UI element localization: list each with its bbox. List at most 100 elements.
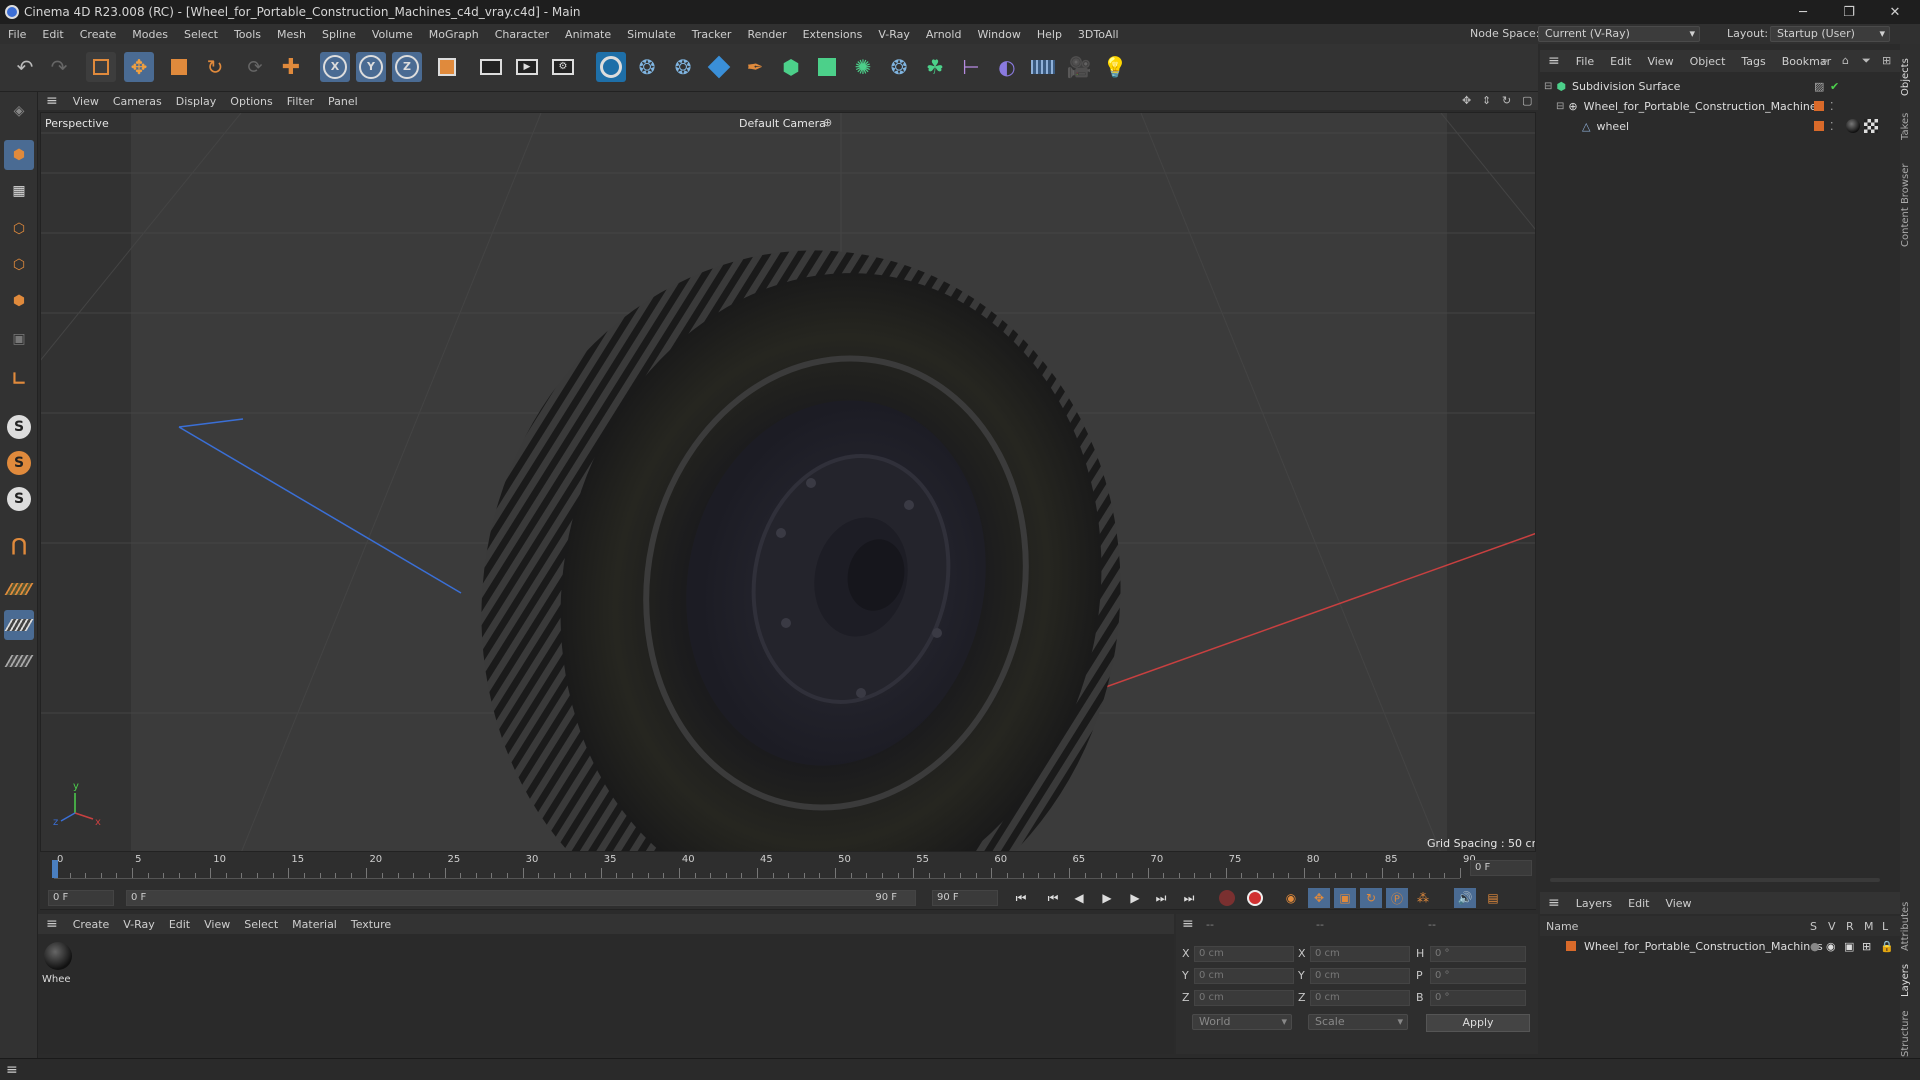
- step-forward-icon[interactable]: ▶: [1124, 888, 1146, 908]
- object-menu-file[interactable]: File: [1568, 55, 1602, 68]
- enabled-check-icon[interactable]: ✔: [1830, 80, 1839, 93]
- hamburger-icon[interactable]: ≡: [6, 1062, 18, 1078]
- menu-extensions[interactable]: Extensions: [795, 28, 871, 41]
- python-icon[interactable]: ❂: [632, 52, 662, 82]
- cloner-icon[interactable]: ✺: [848, 52, 878, 82]
- hamburger-icon[interactable]: ≡: [1540, 895, 1568, 911]
- timeline-window-icon[interactable]: ▤: [1482, 888, 1504, 908]
- layer-menu-view[interactable]: View: [1657, 897, 1699, 910]
- object-menu-view[interactable]: View: [1639, 55, 1681, 68]
- snap-s-dark-icon[interactable]: S: [4, 484, 34, 514]
- menu-tools[interactable]: Tools: [226, 28, 269, 41]
- material-name[interactable]: Whee: [42, 974, 71, 985]
- polygons-mode-icon[interactable]: ⬢: [4, 286, 34, 316]
- x-axis-icon[interactable]: X: [320, 52, 350, 82]
- menu-render[interactable]: Render: [739, 28, 794, 41]
- object-menu-tags[interactable]: Tags: [1733, 55, 1773, 68]
- material-menu-view[interactable]: View: [197, 918, 237, 931]
- layer-menu-layers[interactable]: Layers: [1568, 897, 1620, 910]
- restore-button[interactable]: ❐: [1826, 0, 1872, 24]
- render-icon[interactable]: ▣: [1844, 940, 1854, 953]
- horizontal-scrollbar[interactable]: [1550, 878, 1880, 882]
- size-mode-dropdown[interactable]: Scale ▾: [1308, 1014, 1408, 1030]
- move-view-icon[interactable]: ✥: [1462, 94, 1471, 107]
- tab-attributes[interactable]: Attributes: [1900, 896, 1920, 956]
- pos-x-field[interactable]: 0 cm: [1194, 946, 1294, 962]
- key-rotation-icon[interactable]: ↻: [1360, 888, 1382, 908]
- go-to-end-icon[interactable]: ⏭: [1178, 888, 1200, 908]
- timeline-ruler[interactable]: 051015202530354045505560657075808590 0 F: [40, 852, 1536, 886]
- vray-icon[interactable]: [596, 52, 626, 82]
- python-generator-icon[interactable]: ❂: [884, 52, 914, 82]
- tab-objects[interactable]: Objects: [1900, 52, 1920, 102]
- menu-vray[interactable]: V-Ray: [870, 28, 918, 41]
- material-swatch[interactable]: [44, 942, 72, 970]
- z-axis-icon[interactable]: Z: [392, 52, 422, 82]
- texture-tag-icon[interactable]: [1864, 119, 1878, 133]
- pos-z-field[interactable]: 0 cm: [1194, 990, 1294, 1006]
- live-selection-icon[interactable]: [86, 52, 116, 82]
- pos-y-field[interactable]: 0 cm: [1194, 968, 1294, 984]
- viewport-menu-view[interactable]: View: [66, 95, 106, 108]
- object-menu-edit[interactable]: Edit: [1602, 55, 1639, 68]
- layer-color-swatch[interactable]: [1814, 101, 1824, 111]
- hamburger-icon[interactable]: ≡: [1540, 53, 1568, 69]
- hamburger-icon[interactable]: ≡: [1182, 916, 1194, 932]
- menu-mesh[interactable]: Mesh: [269, 28, 314, 41]
- menu-animate[interactable]: Animate: [557, 28, 619, 41]
- uv-mode-icon[interactable]: ▣: [4, 324, 34, 354]
- points-mode-icon[interactable]: ⬡: [4, 214, 34, 244]
- menu-select[interactable]: Select: [176, 28, 226, 41]
- pen-spline-icon[interactable]: ✒: [740, 52, 770, 82]
- key-parameter-icon[interactable]: Ⓟ: [1386, 888, 1408, 908]
- object-row-wheel-group[interactable]: ⊟ ⊕ Wheel_for_Portable_Construction_Mach…: [1540, 96, 1900, 116]
- manager-icon[interactable]: ⊞: [1862, 940, 1871, 953]
- record-keys-icon[interactable]: [1216, 888, 1238, 908]
- viewport-menu-panel[interactable]: Panel: [321, 95, 365, 108]
- menu-character[interactable]: Character: [487, 28, 557, 41]
- viewport-menu-options[interactable]: Options: [223, 95, 279, 108]
- sound-icon[interactable]: 🔊: [1454, 888, 1476, 908]
- go-to-start-icon[interactable]: ⏮: [1010, 888, 1032, 908]
- end-frame-field[interactable]: 90 F: [932, 890, 998, 906]
- coordinate-space-dropdown[interactable]: World ▾: [1192, 1014, 1292, 1030]
- key-scale-icon[interactable]: ▣: [1334, 888, 1356, 908]
- size-y-field[interactable]: 0 cm: [1310, 968, 1410, 984]
- field-icon[interactable]: ◐: [992, 52, 1022, 82]
- render-view-icon[interactable]: [476, 52, 506, 82]
- menu-spline[interactable]: Spline: [314, 28, 364, 41]
- tab-content-browser[interactable]: Content Browser: [1900, 150, 1920, 260]
- tab-takes[interactable]: Takes: [1900, 106, 1920, 146]
- material-menu-texture[interactable]: Texture: [344, 918, 398, 931]
- tab-layers[interactable]: Layers: [1900, 960, 1920, 1000]
- filter-icon[interactable]: ⏷: [1862, 54, 1871, 68]
- menu-mograph[interactable]: MoGraph: [421, 28, 487, 41]
- rotate-view-icon[interactable]: ↻: [1502, 94, 1511, 107]
- hamburger-icon[interactable]: ≡: [38, 93, 66, 109]
- maximize-view-icon[interactable]: ▢: [1522, 94, 1532, 107]
- menu-arnold[interactable]: Arnold: [918, 28, 970, 41]
- python-icon-2[interactable]: ❂: [668, 52, 698, 82]
- key-pla-icon[interactable]: ⁂: [1412, 888, 1434, 908]
- 3d-viewport[interactable]: y x z Perspective Default Camera ⊕ Grid …: [40, 112, 1536, 852]
- coordinate-system-icon[interactable]: [432, 52, 462, 82]
- viewport-menu-cameras[interactable]: Cameras: [106, 95, 169, 108]
- material-menu-edit[interactable]: Edit: [162, 918, 197, 931]
- menu-simulate[interactable]: Simulate: [619, 28, 684, 41]
- close-button[interactable]: ✕: [1872, 0, 1918, 24]
- recent-tools-icon[interactable]: ⟳: [240, 52, 270, 82]
- grid-icon[interactable]: [4, 610, 34, 640]
- lock-icon[interactable]: 🔒: [1880, 940, 1894, 953]
- size-z-field[interactable]: 0 cm: [1310, 990, 1410, 1006]
- render-settings-icon[interactable]: ⚙: [548, 52, 578, 82]
- y-axis-icon[interactable]: Y: [356, 52, 386, 82]
- cube-icon[interactable]: [704, 52, 734, 82]
- redo-icon[interactable]: ↷: [44, 52, 74, 82]
- camera-icon[interactable]: 🎥: [1064, 52, 1094, 82]
- object-menu-bookmarks[interactable]: Bookmar: [1774, 55, 1839, 68]
- light-icon[interactable]: 💡: [1100, 52, 1130, 82]
- keyframe-selection-icon[interactable]: ◉: [1280, 888, 1302, 908]
- minimize-button[interactable]: ─: [1780, 0, 1826, 24]
- move-tool-icon[interactable]: ✥: [124, 52, 154, 82]
- material-menu-select[interactable]: Select: [237, 918, 285, 931]
